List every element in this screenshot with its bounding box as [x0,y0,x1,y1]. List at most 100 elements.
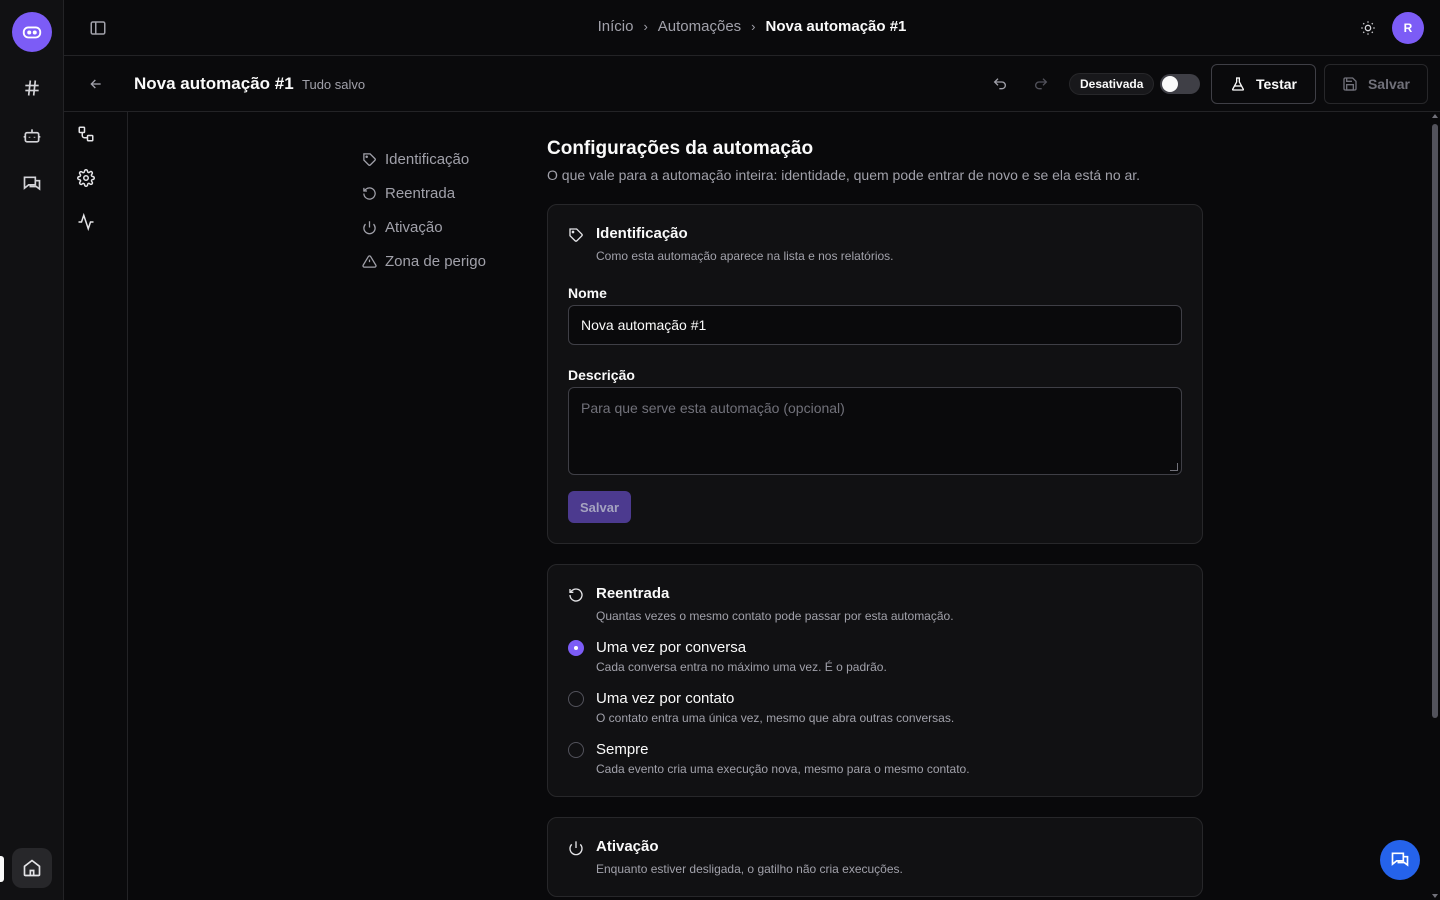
chevron-right-icon: › [751,19,756,34]
top-bar: Início › Automações › Nova automação #1 … [64,0,1440,56]
nav-reentry[interactable]: Reentrada [362,176,486,210]
chevron-right-icon: › [643,19,648,34]
support-chat-button[interactable] [1380,840,1420,880]
card-subtitle: Quantas vezes o mesmo contato pode passa… [596,609,954,623]
tool-settings[interactable] [74,166,98,190]
activation-card: Ativação Enquanto estiver desligada, o g… [547,817,1203,897]
activation-toggle[interactable] [1160,74,1200,94]
power-icon [569,841,583,856]
content-scrollbar[interactable] [1430,112,1440,900]
scroll-down-arrow[interactable] [1432,894,1438,898]
radio-button-selected[interactable] [568,640,584,656]
sidebar-item-bots[interactable] [16,120,48,152]
section-nav: Identificação Reentrada Ativação Zona de… [362,142,486,278]
breadcrumb: Início › Automações › Nova automação #1 [64,18,1440,35]
reentry-option-per-contact[interactable]: Uma vez por contato O contato entra uma … [568,690,1182,725]
save-identification-button[interactable]: Salvar [568,491,631,523]
scrollbar-thumb[interactable] [1432,124,1438,718]
page-title: Configurações da automação [547,138,814,159]
description-label: Descrição [568,367,635,383]
option-description: Cada conversa entra no máximo uma vez. É… [596,660,887,674]
tag-icon [569,228,583,242]
arrow-left-icon [90,79,101,89]
option-label: Uma vez por contato [596,690,735,707]
undo-icon [993,78,1006,90]
active-indicator [0,856,4,882]
nav-activation-label: Ativação [385,218,443,236]
messages-icon [23,176,41,191]
sidebar-item-home[interactable] [12,848,52,888]
rotate-icon [569,588,583,602]
nav-activation[interactable]: Ativação [362,210,486,244]
activity-icon [78,213,94,231]
back-button[interactable] [86,74,106,94]
identification-card: Identificação Como esta automação aparec… [547,204,1203,544]
bot-icon [23,129,41,143]
app-logo[interactable] [12,12,52,52]
flask-icon [1231,77,1245,91]
page-description: O que vale para a automação inteira: ide… [547,167,1141,183]
editor-header: Nova automação #1 Tudo salvo Desativada … [64,56,1440,112]
sun-icon [1361,21,1375,35]
nav-identification[interactable]: Identificação [362,142,486,176]
option-label: Uma vez por conversa [596,639,747,656]
card-title: Identificação [596,225,688,242]
automation-title: Nova automação #1 [134,74,294,93]
option-description: O contato entra uma única vez, mesmo que… [596,711,955,725]
workflow-icon [78,126,94,142]
resize-handle[interactable] [1170,463,1178,471]
test-button-label: Testar [1256,76,1297,92]
rotate-icon [363,186,376,200]
tool-activity[interactable] [74,210,98,234]
option-description: Cada evento cria uma execução nova, mesm… [596,762,970,776]
option-label: Sempre [596,741,649,758]
nav-reentry-label: Reentrada [385,184,456,202]
main-panel: Configurações da automação O que vale pa… [547,138,1203,900]
sidebar-item-channels[interactable] [16,72,48,104]
user-avatar[interactable]: R [1392,12,1424,44]
breadcrumb-home[interactable]: Início [598,18,634,35]
editor-tool-rail [64,112,128,900]
gear-icon [77,169,95,187]
tool-flow[interactable] [74,122,98,146]
card-subtitle: Como esta automação aparece na lista e n… [596,249,894,263]
name-input[interactable]: Nova automação #1 [568,305,1182,345]
hash-icon [25,80,39,96]
status-badge: Desativada [1069,73,1155,95]
primary-sidebar [0,0,64,900]
undo-button[interactable] [990,74,1010,94]
warning-icon [362,254,377,268]
card-subtitle: Enquanto estiver desligada, o gatilho nã… [596,862,903,876]
power-icon [363,220,376,234]
test-button[interactable]: Testar [1211,64,1316,104]
save-status: Tudo salvo [302,77,366,92]
theme-toggle-button[interactable] [1358,18,1378,38]
bot-logo-icon [22,26,42,39]
description-placeholder: Para que serve esta automação (opcional) [581,400,845,416]
sidebar-item-conversations[interactable] [16,168,48,200]
save-button-label: Salvar [1367,76,1411,92]
save-button[interactable]: Salvar [1324,64,1428,104]
reentry-card: Reentrada Quantas vezes o mesmo contato … [547,564,1203,797]
name-label: Nome [568,285,607,301]
description-textarea[interactable]: Para que serve esta automação (opcional) [568,387,1182,475]
reentry-option-always[interactable]: Sempre Cada evento cria uma execução nov… [568,741,1182,776]
home-icon [23,859,41,877]
breadcrumb-current: Nova automação #1 [765,18,907,35]
reentry-option-per-conversation[interactable]: Uma vez por conversa Cada conversa entra… [568,639,1182,674]
nav-danger-zone[interactable]: Zona de perigo [362,244,486,278]
breadcrumb-automations[interactable]: Automações [658,18,741,35]
card-title: Ativação [596,838,659,855]
settings-content: Identificação Reentrada Ativação Zona de… [128,112,1440,900]
chat-icon [1391,852,1409,867]
redo-button[interactable] [1031,74,1051,94]
nav-danger-zone-label: Zona de perigo [385,252,486,270]
scroll-up-arrow[interactable] [1432,114,1438,118]
card-header: Ativação Enquanto estiver desligada, o g… [568,838,1182,876]
radio-button[interactable] [568,742,584,758]
radio-button[interactable] [568,691,584,707]
card-title: Reentrada [596,585,670,602]
toggle-knob [1162,76,1178,92]
nav-identification-label: Identificação [385,150,470,168]
tag-icon [363,152,376,166]
